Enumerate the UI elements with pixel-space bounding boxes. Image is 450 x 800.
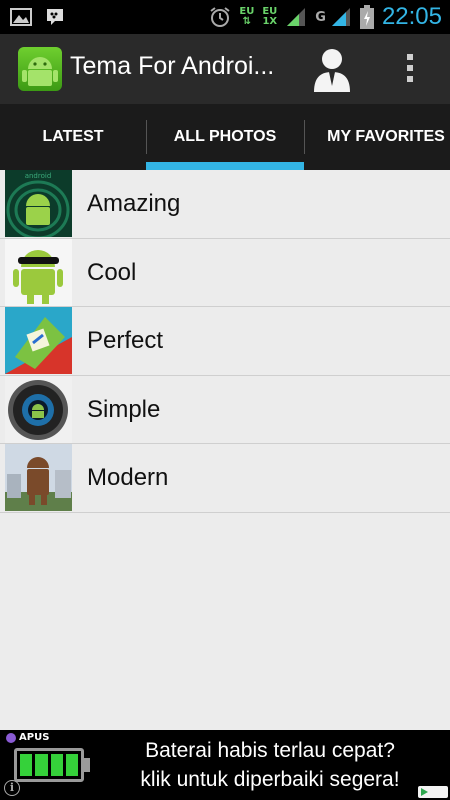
clock: 22:05 — [381, 3, 442, 30]
signal-bars-icon-2 — [331, 8, 350, 26]
battery-charging-icon — [359, 5, 374, 29]
list-item-label: Amazing — [87, 190, 181, 217]
list-item-label: Perfect — [87, 327, 164, 354]
list-item-simple[interactable]: Simple — [0, 375, 450, 444]
list-item-modern[interactable]: Modern — [0, 444, 450, 513]
list-item-label: Simple — [87, 395, 161, 423]
list-item-label: Modern — [87, 464, 169, 491]
bbm-notification-icon — [47, 9, 63, 25]
ad-brand: APUS — [6, 732, 49, 743]
list-item-label: Cool — [87, 258, 137, 286]
signal-bars-icon-1 — [287, 8, 306, 26]
profile-icon[interactable] — [312, 46, 352, 92]
action-bar: Tema For Androi... — [0, 34, 450, 104]
ad-line-2: klik untuk diperbaiki segera! — [140, 768, 400, 791]
svg-text:android: android — [25, 172, 52, 180]
android-mascot-icon — [22, 57, 58, 86]
battery-icon — [14, 748, 84, 782]
cool-thumbnail — [5, 238, 72, 306]
ad-banner[interactable]: APUS i Baterai habis terlau cepat? klik … — [0, 730, 450, 800]
battery-tip — [84, 758, 90, 772]
tab-my-favorites[interactable]: MY FAVORITES — [306, 104, 450, 170]
tab-all-photos[interactable]: ALL PHOTOS — [146, 104, 304, 170]
modern-thumbnail — [5, 444, 72, 511]
network-indicator-1: EU ⇅ — [239, 6, 255, 27]
app-title: Tema For Androi... — [70, 52, 275, 80]
list-item-perfect[interactable]: Perfect — [0, 307, 450, 376]
gallery-notification-icon — [10, 8, 32, 26]
perfect-thumbnail — [5, 307, 72, 374]
list-item-amazing[interactable]: android Amazing — [0, 170, 450, 239]
tab-divider — [304, 120, 305, 154]
google-play-badge-icon — [418, 786, 448, 798]
signal-type-label: G — [315, 9, 326, 25]
alarm-icon — [210, 7, 230, 27]
category-list: android Amazing Cool Perfect Simple Mode… — [0, 170, 450, 513]
status-bar: EU ⇅ EU 1X G 22:05 — [0, 0, 450, 34]
list-item-cool[interactable]: Cool — [0, 238, 450, 307]
selected-tab-indicator — [146, 162, 304, 170]
tab-latest[interactable]: LATEST — [0, 104, 146, 170]
apus-logo-icon — [6, 732, 16, 743]
app-icon[interactable] — [18, 47, 62, 91]
ad-line-1: Baterai habis terlau cepat? — [145, 739, 395, 762]
ad-text: Baterai habis terlau cepat? klik untuk d… — [100, 736, 440, 794]
simple-thumbnail — [5, 375, 72, 443]
overflow-menu-icon[interactable] — [405, 54, 415, 86]
tab-bar: LATEST ALL PHOTOS MY FAVORITES — [0, 104, 450, 170]
amazing-thumbnail: android — [5, 170, 72, 237]
network-indicator-2: EU 1X — [262, 6, 278, 27]
ad-info-icon[interactable]: i — [4, 780, 20, 796]
